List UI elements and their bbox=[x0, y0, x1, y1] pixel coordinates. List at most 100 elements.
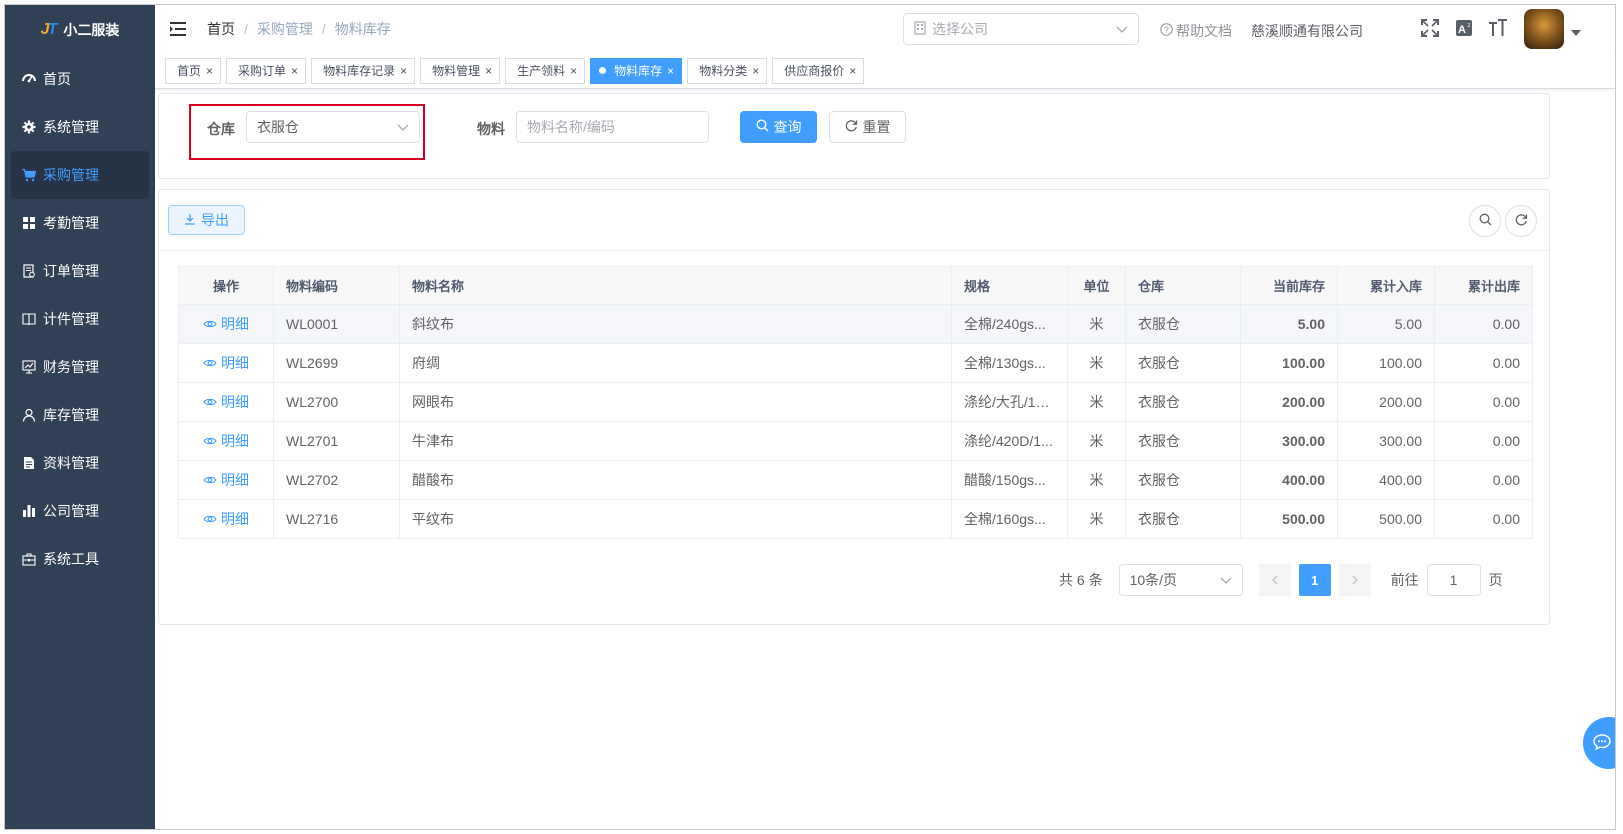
tab-7[interactable]: 供应商报价 × bbox=[772, 57, 865, 84]
tab-label: 首页 bbox=[177, 64, 202, 78]
close-icon[interactable]: × bbox=[485, 65, 492, 77]
close-icon[interactable]: × bbox=[752, 65, 759, 77]
table-row[interactable]: 明细 WL2700 网眼布 涤纶/大孔/15... 米衣服仓 200.00 200.00 0.… bbox=[178, 382, 1533, 422]
tab-5[interactable]: 物料库存 × bbox=[590, 57, 683, 84]
app-title: 小二服装 bbox=[63, 22, 120, 38]
search-icon bbox=[1479, 213, 1492, 229]
warehouse-select-value: 衣服仓 bbox=[257, 119, 299, 135]
sidebar-item-10[interactable]: 系统工具 bbox=[5, 535, 149, 583]
text-size-icon[interactable] bbox=[1488, 18, 1508, 38]
sidebar-item-7[interactable]: 库存管理 bbox=[5, 391, 149, 439]
close-icon[interactable]: × bbox=[400, 65, 407, 77]
fullscreen-icon[interactable] bbox=[1420, 18, 1440, 38]
detail-link[interactable]: 明细 bbox=[203, 314, 249, 334]
refresh-table-button[interactable] bbox=[1505, 205, 1537, 237]
col-header-unit: 单位 bbox=[1067, 266, 1126, 305]
logo[interactable]: JT 小二服装 bbox=[5, 5, 155, 55]
col-header-total-in: 累计入库 bbox=[1337, 266, 1435, 305]
sidebar-item-5[interactable]: 计件管理 bbox=[5, 295, 149, 343]
detail-link-label: 明细 bbox=[221, 511, 249, 527]
reset-button[interactable]: 重置 bbox=[829, 111, 906, 143]
sidebar-item-6[interactable]: 财务管理 bbox=[5, 343, 149, 391]
table-row[interactable]: 明细 WL2716 平纹布 全棉/160gs... 米衣服仓 500.00 500.00 0.… bbox=[178, 499, 1533, 539]
col-header-current-stock: 当前库存 bbox=[1240, 266, 1338, 305]
cell-warehouse: 衣服仓 bbox=[1125, 304, 1241, 344]
page-size-select[interactable]: 10条/页 bbox=[1118, 564, 1243, 596]
query-button[interactable]: 查询 bbox=[740, 111, 817, 143]
toggle-search-button[interactable] bbox=[1469, 205, 1501, 237]
sidebar-item-1[interactable]: 系统管理 bbox=[5, 103, 149, 151]
goto-page-input[interactable]: 1 bbox=[1426, 564, 1481, 596]
cell-code: WL2702 bbox=[273, 460, 400, 500]
svg-text:?: ? bbox=[1164, 26, 1169, 35]
table-row[interactable]: 明细 WL2702 醋酸布 醋酸/150gs... 米衣服仓 400.00 400.00 0.… bbox=[178, 460, 1533, 500]
breadcrumb-item-purchase: 采购管理 bbox=[256, 21, 313, 37]
detail-link[interactable]: 明细 bbox=[203, 392, 249, 412]
tab-4[interactable]: 生产领料 × bbox=[505, 57, 586, 84]
prev-page-button[interactable] bbox=[1258, 564, 1291, 596]
tab-2[interactable]: 物料库存记录 × bbox=[311, 57, 416, 84]
material-search-input[interactable]: 物料名称/编码 bbox=[516, 111, 709, 143]
cell-name: 府绸 bbox=[399, 343, 952, 383]
table-row[interactable]: 明细 WL2699 府绸 全棉/130gs... 米衣服仓 100.00 100.00 0.0… bbox=[178, 343, 1533, 383]
svg-text:z: z bbox=[1468, 23, 1471, 29]
user-icon bbox=[21, 407, 37, 423]
cell-spec: 全棉/160gs... bbox=[951, 499, 1068, 539]
cell-code: WL0001 bbox=[273, 304, 400, 344]
sidebar-item-9[interactable]: 公司管理 bbox=[5, 487, 149, 535]
table-row[interactable]: 明细 WL0001 斜纹布 全棉/240gs... 米衣服仓 5.00 5.00 0.00 bbox=[178, 304, 1533, 344]
close-icon[interactable]: × bbox=[206, 65, 213, 77]
detail-link[interactable]: 明细 bbox=[203, 470, 249, 490]
close-icon[interactable]: × bbox=[291, 65, 298, 77]
cell-name: 网眼布 bbox=[399, 382, 952, 422]
sidebar-item-4[interactable]: 订单管理 bbox=[5, 247, 149, 295]
tab-0[interactable]: 首页 × bbox=[165, 57, 222, 84]
tab-6[interactable]: 物料分类 × bbox=[687, 57, 768, 84]
eye-icon bbox=[203, 433, 217, 449]
cell-current-stock: 5.00 bbox=[1240, 304, 1338, 344]
cell-spec: 涤纶/大孔/15... bbox=[951, 382, 1068, 422]
detail-link[interactable]: 明细 bbox=[203, 353, 249, 373]
sidebar-item-8[interactable]: 资料管理 bbox=[5, 439, 149, 487]
cell-warehouse: 衣服仓 bbox=[1125, 343, 1241, 383]
sidebar-item-label: 首页 bbox=[43, 71, 71, 87]
avatar[interactable] bbox=[1524, 9, 1564, 49]
logo-mark: JT bbox=[40, 21, 58, 38]
help-docs-link[interactable]: ? 帮助文档 bbox=[1160, 21, 1232, 41]
goto-prefix: 前往 bbox=[1390, 572, 1419, 588]
caret-down-icon[interactable] bbox=[1571, 23, 1581, 39]
cell-current-stock: 500.00 bbox=[1240, 499, 1338, 539]
cell-total-out: 0.00 bbox=[1434, 382, 1533, 422]
sidebar-item-0[interactable]: 首页 bbox=[5, 55, 149, 103]
detail-link[interactable]: 明细 bbox=[203, 431, 249, 451]
font-size-icon[interactable]: Az bbox=[1454, 18, 1474, 38]
close-icon[interactable]: × bbox=[570, 65, 577, 77]
breadcrumb-separator: / bbox=[244, 21, 248, 37]
cell-name: 醋酸布 bbox=[399, 460, 952, 500]
tab-3[interactable]: 物料管理 × bbox=[420, 57, 501, 84]
eye-icon bbox=[203, 511, 217, 527]
company-name: 慈溪顺通有限公司 bbox=[1251, 23, 1363, 39]
company-select[interactable]: 选择公司 bbox=[903, 13, 1139, 45]
tags-view: 首页 × 采购订单 × 物料库存记录 × 物料管理 × 生产领料 × 物料库存 × 物料分类 × 供应商报价… bbox=[155, 53, 1615, 89]
sidebar-item-label: 系统工具 bbox=[43, 551, 99, 567]
detail-link[interactable]: 明细 bbox=[203, 509, 249, 529]
tab-label: 生产领料 bbox=[517, 64, 566, 78]
hamburger-icon[interactable] bbox=[169, 19, 189, 39]
breadcrumb-item-home[interactable]: 首页 bbox=[207, 19, 235, 39]
tab-1[interactable]: 采购订单 × bbox=[226, 57, 307, 84]
table-row[interactable]: 明细 WL2701 牛津布 涤纶/420D/1... 米衣服仓 300.00 300.00 0… bbox=[178, 421, 1533, 461]
export-button-label: 导出 bbox=[201, 212, 229, 228]
export-button[interactable]: 导出 bbox=[168, 205, 245, 235]
next-page-button[interactable] bbox=[1338, 564, 1371, 596]
cell-action: 明细 bbox=[178, 421, 274, 461]
warehouse-select[interactable]: 衣服仓 bbox=[246, 111, 420, 143]
page-number-button[interactable]: 1 bbox=[1298, 564, 1331, 596]
close-icon[interactable]: × bbox=[667, 65, 674, 77]
close-icon[interactable]: × bbox=[849, 65, 856, 77]
cell-total-in: 5.00 bbox=[1337, 304, 1435, 344]
sidebar-item-3[interactable]: 考勤管理 bbox=[5, 199, 149, 247]
pagination: 共 6 条 10条/页 1 前往 1 页 bbox=[1059, 564, 1503, 596]
cell-code: WL2716 bbox=[273, 499, 400, 539]
sidebar-item-2[interactable]: 采购管理 bbox=[11, 151, 149, 199]
